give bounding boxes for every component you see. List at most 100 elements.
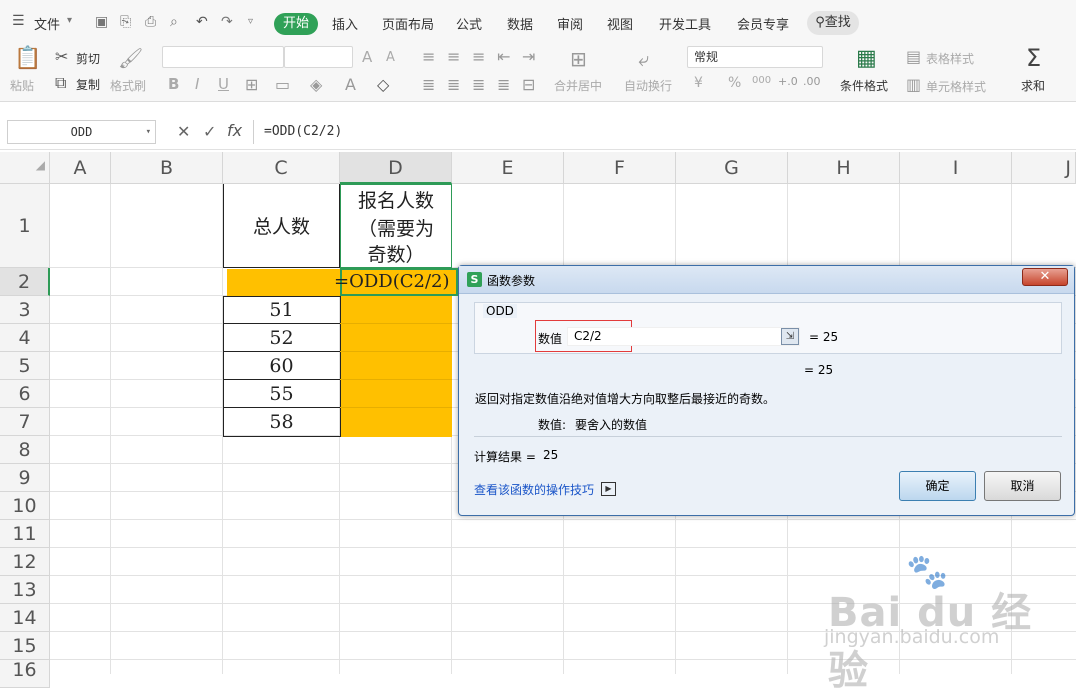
undo-icon[interactable]: ↶ — [196, 14, 208, 30]
row-header-3[interactable]: 3 — [0, 296, 50, 324]
conditional-format-button[interactable]: 条件格式 — [840, 77, 888, 94]
row-header-10[interactable]: 10 — [0, 492, 50, 520]
tab-developer[interactable]: 开发工具 — [659, 14, 711, 33]
font-size-down-button[interactable]: A — [386, 50, 395, 65]
print-preview-icon[interactable]: ⌕ — [170, 14, 178, 30]
cut-button[interactable]: 剪切 — [76, 50, 100, 67]
print-icon[interactable]: ⎙ — [145, 14, 156, 30]
cell-c7[interactable]: 58 — [223, 411, 340, 433]
fill-color-icon[interactable]: ◈ — [310, 75, 322, 94]
formula-input[interactable]: =ODD(C2/2) — [253, 120, 1076, 144]
italic-button[interactable]: I — [195, 75, 199, 93]
decrease-decimal-icon[interactable]: .00 — [803, 75, 821, 88]
align-bottom-icon[interactable]: ≡ — [472, 47, 485, 66]
row-header-4[interactable]: 4 — [0, 324, 50, 352]
menu-icon[interactable]: ☰ — [12, 13, 25, 29]
align-right-icon[interactable]: ≣ — [472, 75, 485, 94]
row-header-14[interactable]: 14 — [0, 604, 50, 632]
percent-button[interactable]: % — [728, 75, 741, 91]
save-icon[interactable]: ▣ — [95, 14, 108, 30]
cell-c5[interactable]: 60 — [223, 355, 340, 377]
name-box[interactable]: ODD ▾ — [7, 120, 156, 144]
row-header-13[interactable]: 13 — [0, 576, 50, 604]
ok-button[interactable]: 确定 — [899, 471, 976, 501]
clear-format-icon[interactable]: ◇ — [377, 75, 389, 94]
cell-d2-formula[interactable]: =ODD(C2/2) — [334, 270, 464, 294]
export-icon[interactable]: ⎘ — [120, 14, 131, 30]
tab-view[interactable]: 视图 — [607, 14, 633, 33]
align-left-icon[interactable]: ≣ — [422, 75, 435, 94]
quick-access-dropdown-icon[interactable]: ▿ — [248, 16, 253, 27]
tab-home[interactable]: 开始 — [274, 13, 318, 35]
cell-style-button[interactable]: 单元格样式 — [926, 78, 986, 95]
row-header-11[interactable]: 11 — [0, 520, 50, 548]
file-dropdown-icon[interactable]: ▾ — [67, 15, 72, 26]
col-header-e[interactable]: E — [452, 152, 564, 184]
cancel-formula-icon[interactable]: ✕ — [177, 122, 190, 141]
file-menu[interactable]: 文件 — [34, 14, 60, 33]
tab-review[interactable]: 审阅 — [557, 14, 583, 33]
justify-icon[interactable]: ≣ — [497, 75, 510, 94]
font-color-icon[interactable]: A — [345, 75, 356, 94]
row-header-9[interactable]: 9 — [0, 464, 50, 492]
row-header-1[interactable]: 1 — [0, 184, 50, 268]
copy-button[interactable]: 复制 — [76, 76, 100, 93]
tab-page-layout[interactable]: 页面布局 — [382, 14, 434, 33]
align-center-icon[interactable]: ≣ — [447, 75, 460, 94]
dialog-titlebar[interactable]: S 函数参数 ✕ — [459, 266, 1074, 294]
decrease-indent-icon[interactable]: ⇤ — [497, 47, 510, 66]
paste-icon[interactable]: 📋 — [14, 46, 41, 71]
fx-button[interactable]: fx — [227, 121, 242, 140]
currency-button[interactable]: ¥ — [694, 75, 703, 91]
row-header-5[interactable]: 5 — [0, 352, 50, 380]
paste-button[interactable]: 粘贴 — [10, 77, 34, 94]
col-header-d[interactable]: D — [340, 152, 452, 184]
tab-formulas[interactable]: 公式 — [456, 14, 482, 33]
col-header-h[interactable]: H — [788, 152, 900, 184]
distributed-icon[interactable]: ⊟ — [522, 75, 535, 94]
cell-d1[interactable]: 报名人数 （需要为 奇数） — [340, 184, 452, 268]
redo-icon[interactable]: ↷ — [221, 14, 233, 30]
cell-c4[interactable]: 52 — [223, 327, 340, 349]
col-header-c[interactable]: C — [223, 152, 340, 184]
font-size-up-button[interactable]: A — [362, 48, 372, 66]
col-header-a[interactable]: A — [50, 152, 111, 184]
cell-c3[interactable]: 51 — [223, 299, 340, 321]
col-header-f[interactable]: F — [564, 152, 676, 184]
row-header-6[interactable]: 6 — [0, 380, 50, 408]
font-size-select[interactable] — [284, 46, 353, 68]
thousands-button[interactable]: 000 — [752, 75, 771, 86]
table-style-button[interactable]: 表格样式 — [926, 50, 974, 67]
col-header-b[interactable]: B — [111, 152, 223, 184]
auto-wrap-button[interactable]: 自动换行 — [624, 77, 672, 94]
cell-c6[interactable]: 55 — [223, 383, 340, 405]
tab-data[interactable]: 数据 — [507, 14, 533, 33]
align-top-icon[interactable]: ≡ — [422, 47, 435, 66]
row-header-8[interactable]: 8 — [0, 436, 50, 464]
cancel-button[interactable]: 取消 — [984, 471, 1061, 501]
merge-center-button[interactable]: 合并居中 — [554, 77, 602, 94]
name-box-dropdown-icon[interactable]: ▾ — [146, 121, 151, 143]
number-format-select[interactable]: 常规 — [687, 46, 823, 68]
col-header-i[interactable]: I — [900, 152, 1012, 184]
bold-button[interactable]: B — [168, 75, 179, 93]
format-painter-button[interactable]: 格式刷 — [110, 77, 146, 94]
row-header-16[interactable]: 16 — [0, 660, 50, 688]
row-header-12[interactable]: 12 — [0, 548, 50, 576]
border-icon[interactable]: ⊞ — [245, 75, 258, 94]
search-button[interactable]: ⚲查找 — [807, 11, 859, 35]
tab-insert[interactable]: 插入 — [332, 14, 358, 33]
select-all-corner[interactable]: ◢ — [0, 152, 50, 184]
row-header-15[interactable]: 15 — [0, 632, 50, 660]
row-header-2[interactable]: 2 — [0, 268, 50, 296]
video-tutorial-icon[interactable]: ▶ — [601, 482, 616, 496]
sum-button[interactable]: 求和 — [1021, 77, 1045, 94]
increase-indent-icon[interactable]: ⇥ — [522, 47, 535, 66]
row-header-7[interactable]: 7 — [0, 408, 50, 436]
increase-decimal-icon[interactable]: +.0 — [778, 75, 798, 88]
align-middle-icon[interactable]: ≡ — [447, 47, 460, 66]
cell-c1[interactable]: 总人数 — [223, 184, 340, 268]
range-picker-icon[interactable]: ⇲ — [781, 328, 799, 345]
col-header-j[interactable]: J — [1012, 152, 1076, 184]
param-value-input[interactable]: C2/2 — [567, 327, 800, 346]
